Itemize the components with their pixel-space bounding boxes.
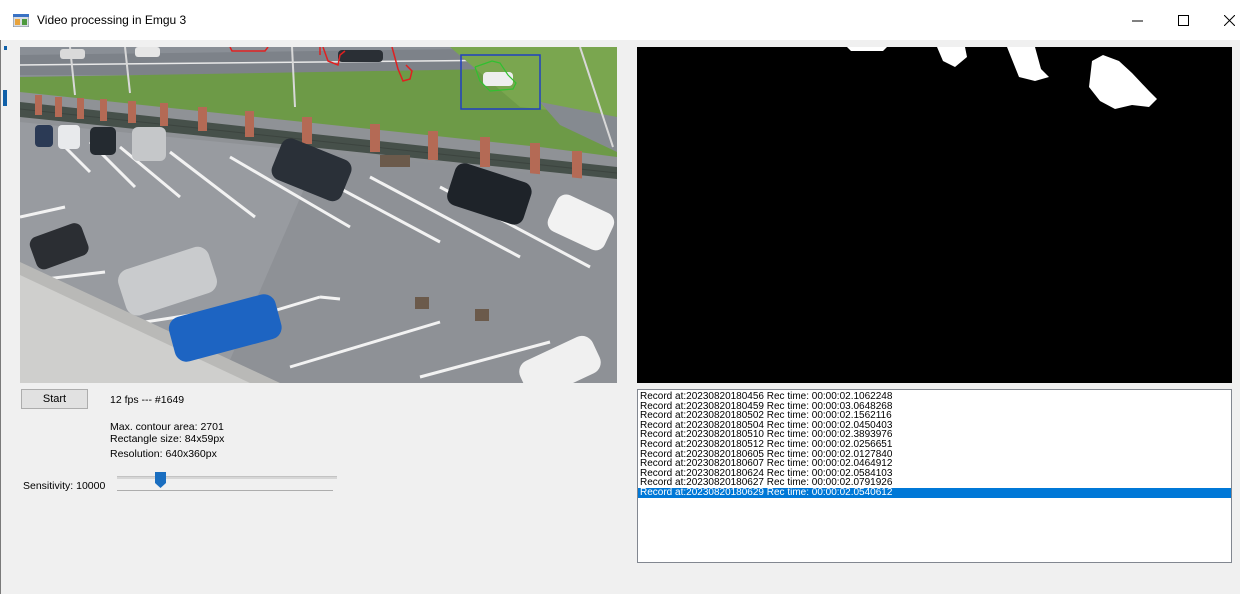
close-icon (1223, 14, 1235, 26)
record-log-listbox[interactable]: Record at:20230820180456 Rec time: 00:00… (637, 389, 1232, 563)
contour-area-label: Max. contour area: 2701 (110, 421, 224, 433)
fps-frame-label: 12 fps --- #1649 (110, 394, 185, 406)
sensitivity-label: Sensitivity: 10000 (23, 480, 106, 492)
parking-lot-video-image (20, 47, 617, 383)
motion-mask-frame (637, 47, 1232, 383)
resolution-label: Resolution: 640x360px (110, 448, 217, 460)
log-record-item[interactable]: Record at:20230820180629 Rec time: 00:00… (638, 488, 1231, 498)
sensitivity-slider[interactable] (116, 470, 338, 496)
video-frame (20, 47, 617, 383)
background-window-fragment (3, 90, 7, 106)
start-button[interactable]: Start (21, 389, 88, 409)
slider-track[interactable] (117, 476, 337, 479)
rectangle-size-label: Rectangle size: 84x59px (110, 433, 225, 445)
window-title: Video processing in Emgu 3 (37, 13, 187, 27)
maximize-icon (1177, 14, 1189, 26)
slider-thumb[interactable] (154, 472, 166, 488)
minimize-icon (1131, 20, 1143, 21)
close-button[interactable] (1206, 0, 1240, 40)
motion-mask-image (637, 47, 1232, 383)
maximize-button[interactable] (1160, 0, 1206, 40)
title-bar: Video processing in Emgu 3 (0, 0, 1240, 40)
window-left-edge (0, 40, 1, 594)
background-window-fragment (4, 46, 7, 50)
minimize-button[interactable] (1114, 0, 1160, 40)
app-window-icon (13, 14, 29, 27)
slider-tick-line (117, 490, 333, 491)
